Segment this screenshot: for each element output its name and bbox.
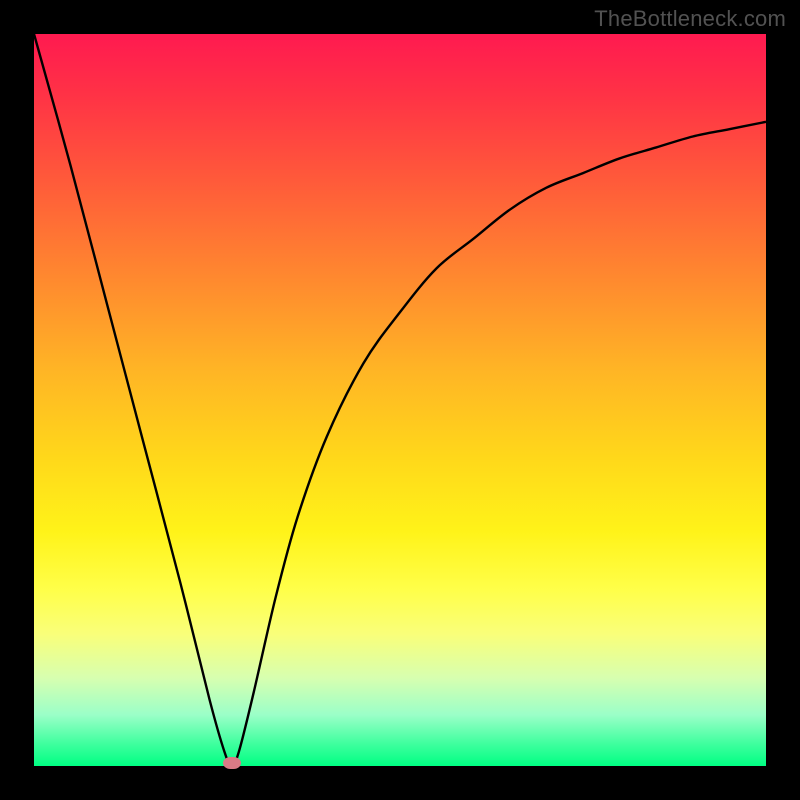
optimal-point-marker	[223, 757, 241, 769]
plot-area	[34, 34, 766, 766]
watermark-text: TheBottleneck.com	[594, 6, 786, 32]
curve-path	[34, 34, 766, 766]
chart-frame: TheBottleneck.com	[0, 0, 800, 800]
bottleneck-curve	[34, 34, 766, 766]
